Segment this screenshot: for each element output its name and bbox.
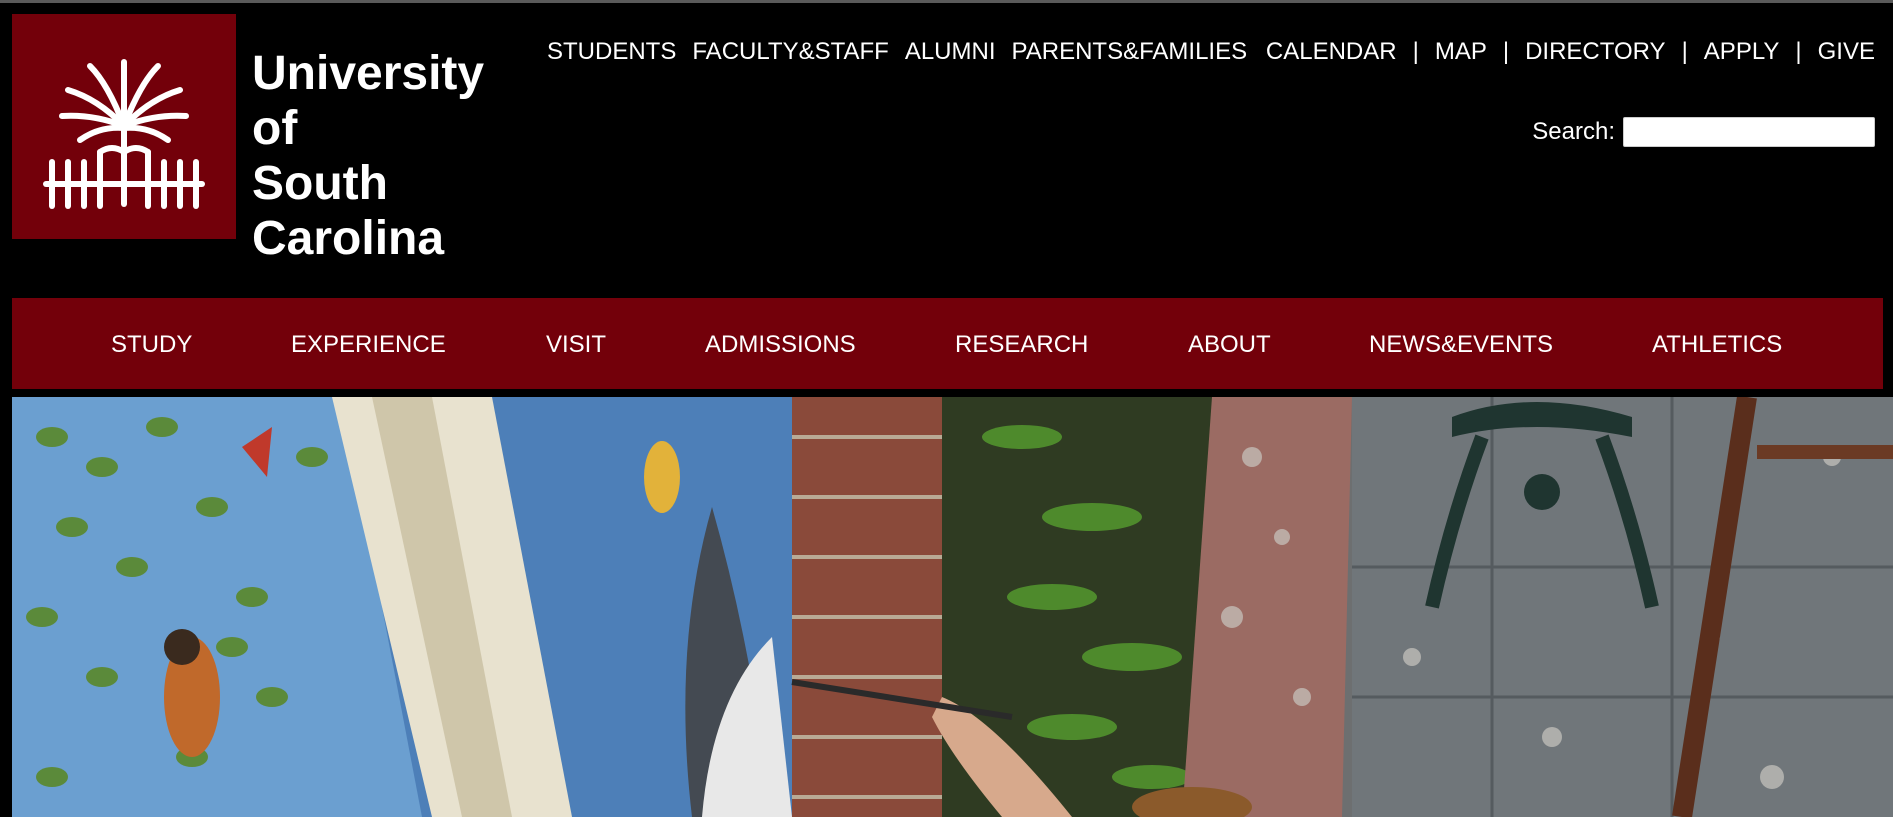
- utility-link-alumni[interactable]: ALUMNI: [905, 38, 996, 66]
- main-nav-about[interactable]: ABOUT: [1188, 331, 1271, 359]
- separator: |: [1412, 38, 1419, 65]
- main-nav-study[interactable]: STUDY: [111, 331, 192, 359]
- wordmark-line: of: [252, 102, 298, 155]
- utility-link-parents-families[interactable]: PARENTS&FAMILIES: [1012, 38, 1248, 66]
- utility-nav: STUDENTS FACULTY&STAFF ALUMNI PARENTS&FA…: [547, 38, 1875, 66]
- university-wordmark: University of South Carolina: [252, 46, 484, 266]
- separator: |: [1502, 38, 1510, 65]
- wordmark-line: South: [252, 157, 388, 210]
- separator: |: [1681, 38, 1688, 65]
- utility-link-students[interactable]: STUDENTS: [547, 38, 676, 66]
- utility-link-faculty-staff[interactable]: FACULTY&STAFF: [692, 38, 888, 66]
- main-nav-experience[interactable]: EXPERIENCE: [291, 331, 446, 359]
- palmetto-tree-icon: [43, 59, 205, 209]
- search-bar: Search:: [1532, 117, 1875, 147]
- search-input[interactable]: [1623, 117, 1875, 147]
- utility-link-calendar[interactable]: CALENDAR: [1266, 38, 1397, 66]
- main-nav-admissions[interactable]: ADMISSIONS: [705, 331, 856, 359]
- hero-image: [12, 397, 1893, 817]
- search-label: Search:: [1532, 118, 1615, 145]
- separator: |: [1795, 38, 1802, 65]
- top-border: [0, 0, 1893, 3]
- wordmark-line: University: [252, 47, 485, 100]
- main-nav: STUDY EXPERIENCE VISIT ADMISSIONS RESEAR…: [12, 298, 1883, 389]
- main-nav-visit[interactable]: VISIT: [546, 331, 606, 359]
- utility-link-map[interactable]: MAP: [1435, 38, 1487, 66]
- utility-link-apply[interactable]: APPLY: [1704, 38, 1780, 66]
- main-nav-news-events[interactable]: NEWS&EVENTS: [1369, 331, 1553, 359]
- utility-link-give[interactable]: GIVE: [1818, 38, 1875, 66]
- main-nav-athletics[interactable]: ATHLETICS: [1652, 331, 1782, 359]
- main-nav-research[interactable]: RESEARCH: [955, 331, 1088, 359]
- wordmark-line: Carolina: [252, 212, 445, 265]
- utility-link-directory[interactable]: DIRECTORY: [1525, 38, 1665, 66]
- university-logo[interactable]: [12, 14, 236, 239]
